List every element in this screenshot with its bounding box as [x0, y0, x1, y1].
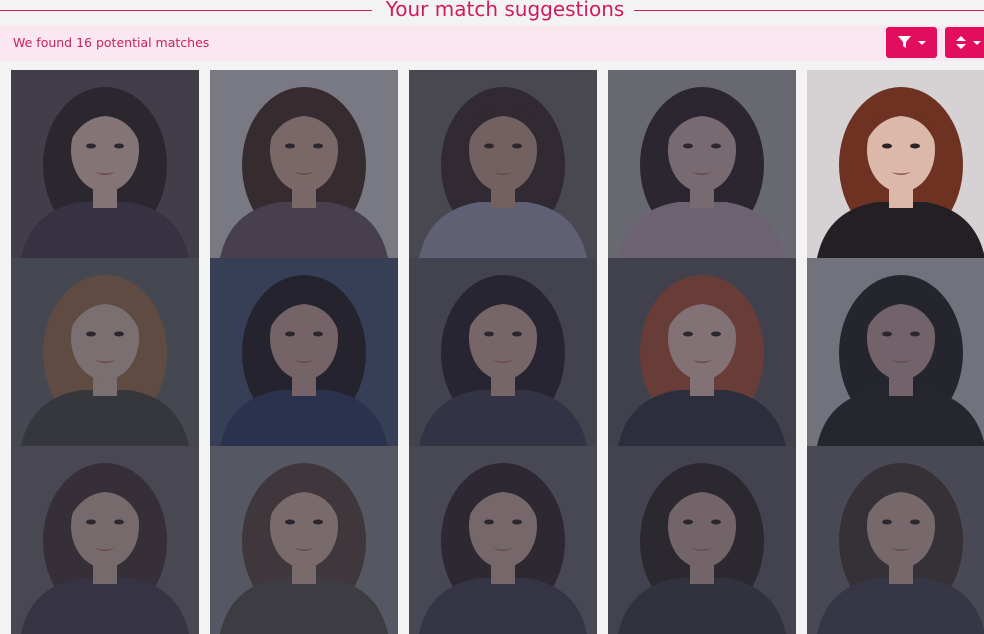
- profile-photo: [11, 70, 199, 258]
- match-photo-7[interactable]: [210, 258, 398, 446]
- profile-photo: [807, 258, 984, 446]
- match-photo-2[interactable]: [210, 70, 398, 258]
- profile-photo: [807, 446, 984, 634]
- match-photo-14[interactable]: [608, 446, 796, 634]
- results-summary: We found 16 potential matches: [13, 35, 210, 50]
- match-photo-4[interactable]: [608, 70, 796, 258]
- match-photo-8[interactable]: [409, 258, 597, 446]
- match-photo-9[interactable]: [608, 258, 796, 446]
- filter-icon: [897, 36, 911, 48]
- section-header: Your match suggestions: [0, 0, 984, 22]
- header-divider-right: [634, 10, 984, 11]
- profile-photo: [210, 446, 398, 634]
- profile-photo: [11, 446, 199, 634]
- profile-photo: [807, 70, 984, 258]
- match-photo-6[interactable]: [11, 258, 199, 446]
- match-photo-15[interactable]: [807, 446, 984, 634]
- profile-photo: [608, 258, 796, 446]
- chevron-down-icon: [917, 40, 926, 45]
- match-photo-11[interactable]: [11, 446, 199, 634]
- chevron-down-icon: [973, 40, 981, 45]
- match-photo-1[interactable]: [11, 70, 199, 258]
- match-photo-3[interactable]: [409, 70, 597, 258]
- profile-photo: [608, 446, 796, 634]
- profile-photo: [409, 258, 597, 446]
- match-photo-13[interactable]: [409, 446, 597, 634]
- match-photo-12[interactable]: [210, 446, 398, 634]
- profile-photo: [210, 70, 398, 258]
- profile-photo: [608, 70, 796, 258]
- match-grid: [0, 70, 984, 634]
- sort-icon: [956, 36, 966, 49]
- profile-photo: [409, 446, 597, 634]
- profile-photo: [11, 258, 199, 446]
- page-title: Your match suggestions: [385, 0, 625, 21]
- filter-button[interactable]: [886, 27, 937, 58]
- results-bar: We found 16 potential matches: [0, 25, 984, 61]
- match-photo-10[interactable]: [807, 258, 984, 446]
- profile-photo: [210, 258, 398, 446]
- match-photo-5[interactable]: [807, 70, 984, 258]
- header-divider-left: [0, 10, 372, 11]
- sort-button[interactable]: [945, 27, 984, 58]
- profile-photo: [409, 70, 597, 258]
